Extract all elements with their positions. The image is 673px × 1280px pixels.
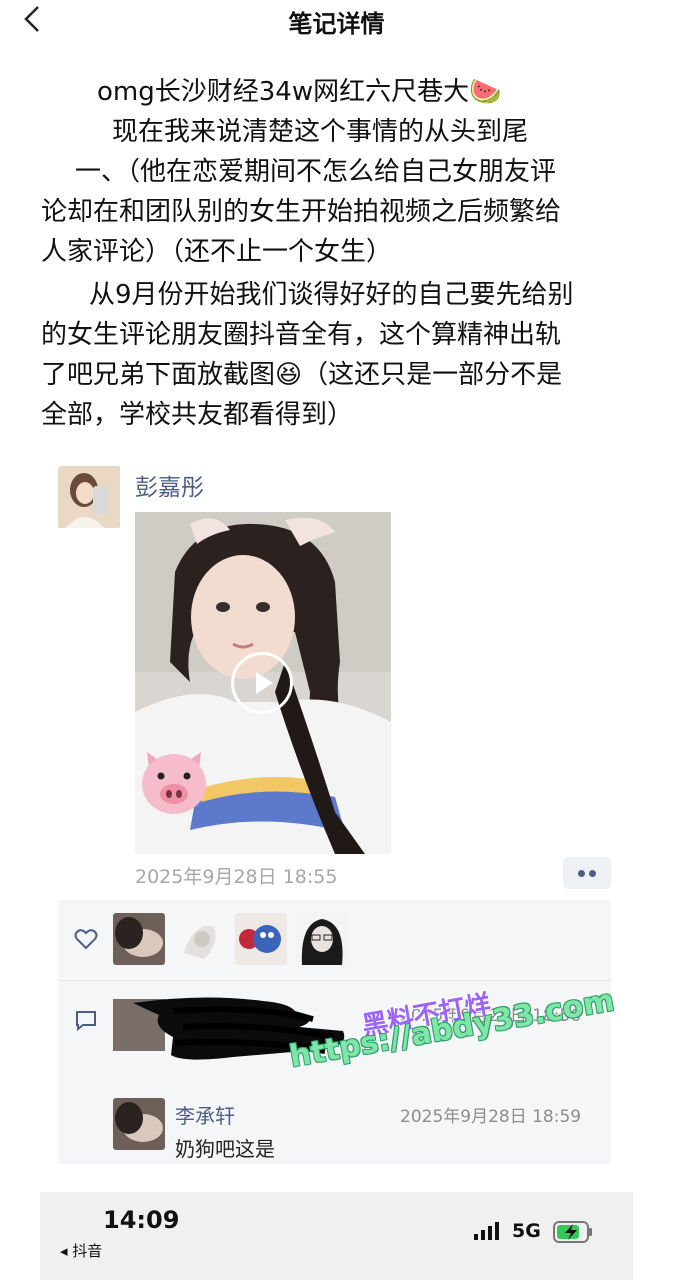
play-icon: [256, 672, 273, 694]
comment-icon: [76, 1011, 96, 1032]
note-line-5: 人家评论）（还不止一个女生）: [41, 237, 393, 267]
avatar-photo: [58, 466, 120, 528]
watermelon-emoji: 🍉: [469, 77, 502, 107]
pig-face-icon: [142, 752, 206, 814]
liker-avatar-photo: [174, 913, 226, 965]
note-line-1: omg长沙财经34w网红六尺巷大🍉: [97, 77, 502, 107]
heart-icon: [74, 929, 98, 950]
dot-icon: [589, 870, 596, 877]
status-time: 14:09: [103, 1206, 180, 1234]
battery-charging-icon: [553, 1221, 593, 1247]
moment-username[interactable]: 彭嘉彤: [135, 468, 204, 502]
comment-text: 奶狗吧这是: [175, 1137, 275, 1161]
back-to-app-link[interactable]: ◂ 抖音: [60, 1240, 102, 1261]
commenter-avatar[interactable]: [113, 1098, 165, 1150]
page-title: 笔记详情: [288, 10, 385, 38]
liker-avatar[interactable]: [174, 913, 226, 965]
note-line-8: 了吧兄弟下面放截图😆（这还只是一部分不是: [41, 360, 563, 390]
more-options-button[interactable]: [563, 857, 611, 889]
commenter-avatar-photo: [113, 1098, 165, 1150]
liker-avatar-photo: [113, 913, 165, 965]
network-label: 5G: [512, 1220, 541, 1242]
note-line-9: 全部，学校共友都看得到）: [41, 400, 354, 430]
pig-sticker: [137, 740, 211, 820]
avatar[interactable]: [58, 466, 120, 528]
note-line-4: 论却在和团队别的女生开始拍视频之后频繁给: [41, 197, 562, 227]
note-line-6: 从9月份开始我们谈得好好的自己要先给别: [89, 280, 574, 310]
liker-avatar[interactable]: [113, 913, 165, 965]
signal-icon: [474, 1222, 502, 1244]
note-line-2: 现在我来说清楚这个事情的从头到尾: [112, 117, 529, 147]
comment-time: 2025年9月28日 18:59: [400, 1107, 582, 1127]
liker-avatar[interactable]: [296, 913, 348, 965]
liker-avatar-photo: [235, 913, 287, 965]
dot-icon: [578, 870, 585, 877]
like-heart-button[interactable]: [74, 928, 98, 954]
note-line-3: 一、（他在恋爱期间不怎么给自己女朋友评: [75, 157, 557, 187]
moment-timestamp: 2025年9月28日 18:55: [135, 866, 338, 888]
play-button[interactable]: [231, 652, 293, 714]
laughing-emoji: 😆: [275, 360, 303, 390]
comment-button[interactable]: [74, 1008, 98, 1036]
liker-avatar-photo: [296, 913, 348, 965]
liker-avatar[interactable]: [235, 913, 287, 965]
note-line-7: 的女生评论朋友圈抖音全有，这个算精神出轨: [41, 320, 562, 350]
commenter-name[interactable]: 李承轩: [175, 1100, 235, 1129]
